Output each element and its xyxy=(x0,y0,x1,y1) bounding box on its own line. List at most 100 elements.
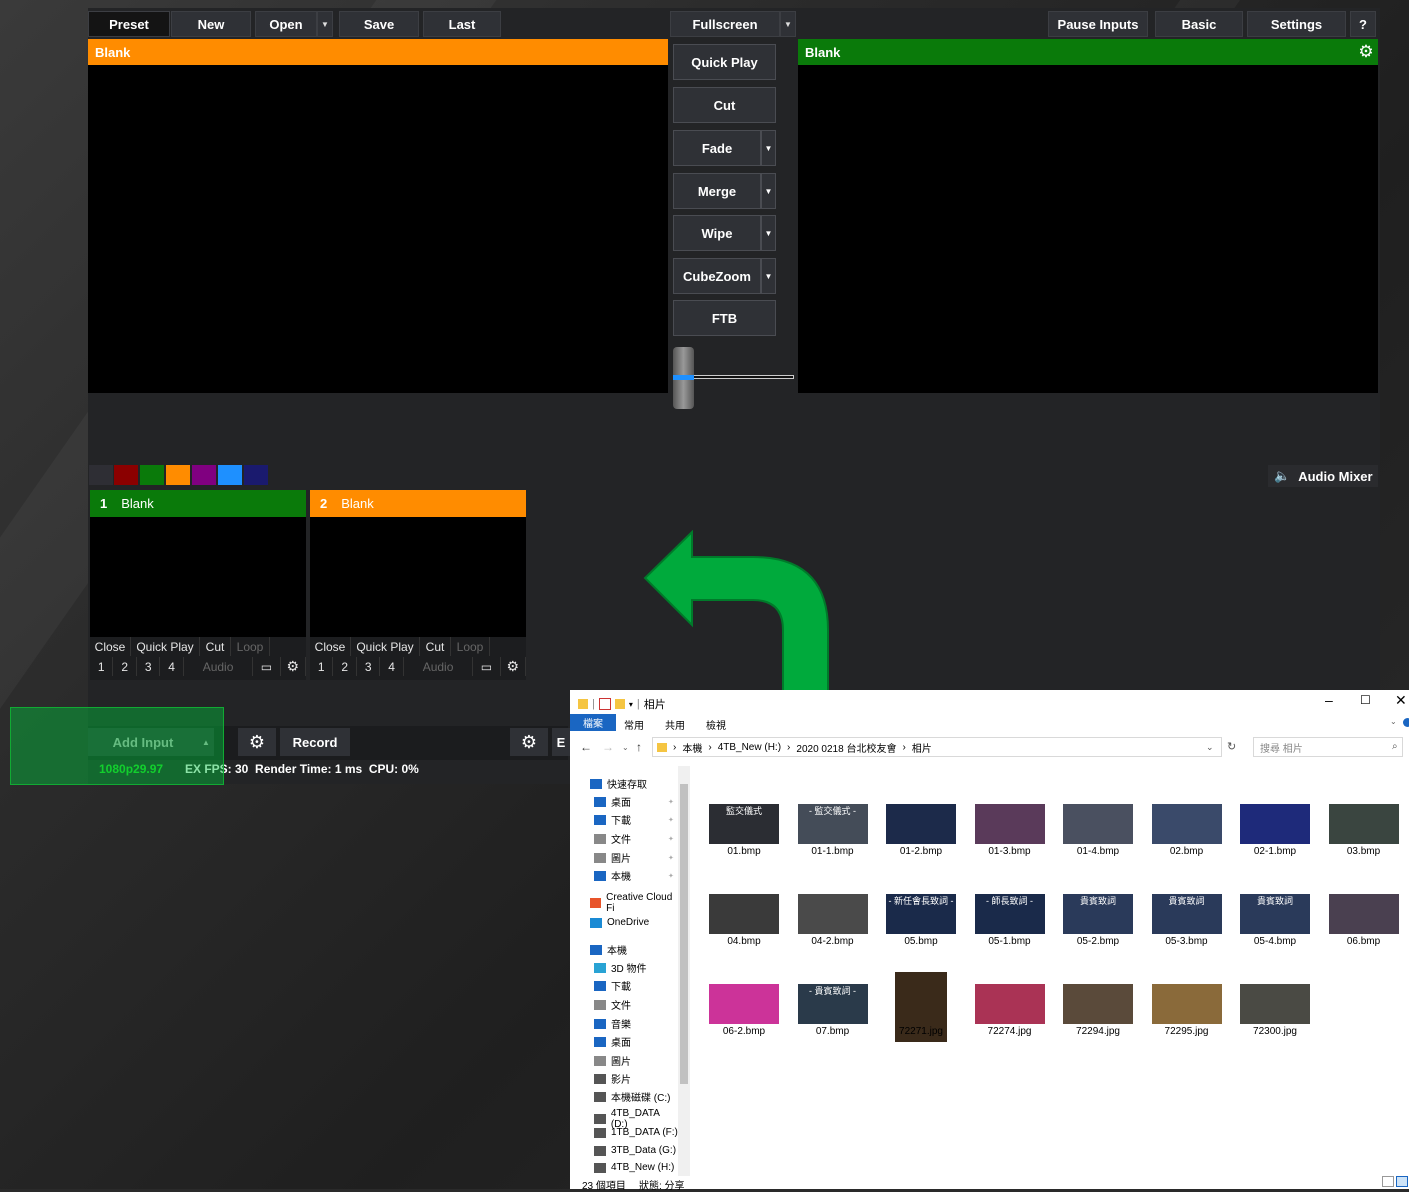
record-button[interactable]: Record xyxy=(280,728,350,756)
file-item[interactable]: 72274.jpg xyxy=(966,980,1054,1066)
input-1-overlay-4[interactable]: 4 xyxy=(160,657,184,676)
nav-item[interactable]: 3TB_Data (G:) xyxy=(594,1145,676,1156)
input-1[interactable]: 1 Blank Close Quick Play Cut Loop 1 2 3 … xyxy=(90,490,307,680)
refresh-icon[interactable]: ↻ xyxy=(1227,740,1236,753)
nav-item[interactable]: 桌面 xyxy=(594,1034,631,1049)
file-item[interactable]: 02-1.bmp xyxy=(1231,800,1319,886)
merge-button[interactable]: Merge xyxy=(673,173,761,209)
breadcrumb-3[interactable]: 相片 xyxy=(912,740,932,755)
open-dropdown-icon[interactable]: ▼ xyxy=(317,11,333,37)
preview-screen[interactable] xyxy=(88,65,668,393)
breadcrumb-0[interactable]: 本機 xyxy=(682,740,702,755)
ftb-button[interactable]: FTB xyxy=(673,300,776,336)
nav-item[interactable]: 本機磁碟 (C:) xyxy=(594,1089,670,1104)
color-filter-red[interactable] xyxy=(114,465,138,485)
input-2-close-button[interactable]: Close xyxy=(310,637,351,656)
file-item[interactable]: 貴賓致詞 05-3.bmp xyxy=(1143,890,1231,976)
input-1-gear-icon[interactable]: ⚙ xyxy=(281,657,307,676)
output-settings-gear-icon[interactable]: ⚙ xyxy=(1356,42,1376,62)
input-2-monitor-icon[interactable]: ▭ xyxy=(473,657,501,676)
input-2-overlay-3[interactable]: 3 xyxy=(357,657,381,676)
file-item[interactable]: 72295.jpg xyxy=(1143,980,1231,1066)
tab-home[interactable]: 常用 xyxy=(624,717,644,732)
color-filter-blue[interactable] xyxy=(218,465,242,485)
input-2[interactable]: 2 Blank Close Quick Play Cut Loop 1 2 3 … xyxy=(310,490,527,680)
file-item[interactable]: 03.bmp xyxy=(1320,800,1408,886)
fade-button[interactable]: Fade xyxy=(673,130,761,166)
file-item[interactable]: - 貴賓致詞 - 07.bmp xyxy=(789,980,877,1066)
external-button[interactable]: E xyxy=(552,728,570,756)
nav-item[interactable]: 4TB_New (H:) xyxy=(594,1162,674,1173)
new-folder-icon[interactable] xyxy=(614,699,625,709)
recent-dropdown-icon[interactable]: ⌄ xyxy=(622,743,629,752)
pin-icon[interactable]: ✦ xyxy=(668,872,674,880)
pin-icon[interactable]: ✦ xyxy=(668,816,674,824)
tab-view[interactable]: 檢視 xyxy=(706,717,726,732)
color-filter-purple[interactable] xyxy=(192,465,216,485)
output-screen[interactable] xyxy=(798,65,1378,393)
search-icon[interactable]: ⌕ xyxy=(1392,741,1398,752)
nav-scrollbar[interactable] xyxy=(678,766,690,1176)
file-item[interactable]: 72294.jpg xyxy=(1054,980,1142,1066)
last-button[interactable]: Last xyxy=(423,11,501,37)
file-item[interactable]: 貴賓致詞 05-4.bmp xyxy=(1231,890,1319,976)
stream-settings-gear-icon[interactable]: ⚙ xyxy=(510,728,548,756)
pause-inputs-button[interactable]: Pause Inputs xyxy=(1048,11,1148,37)
pin-icon[interactable]: ✦ xyxy=(668,835,674,843)
fullscreen-dropdown-icon[interactable]: ▼ xyxy=(780,11,796,37)
color-filter-all[interactable] xyxy=(89,465,113,485)
nav-item[interactable]: 下載 ✦ xyxy=(594,812,674,827)
nav-item[interactable]: 下載 xyxy=(594,978,631,993)
input-1-overlay-3[interactable]: 3 xyxy=(137,657,161,676)
nav-item[interactable]: 影片 xyxy=(594,1071,631,1086)
wipe-dropdown-icon[interactable]: ▼ xyxy=(761,215,776,251)
quick-access-dropdown-icon[interactable]: ▾ xyxy=(629,700,633,709)
file-item[interactable]: 貴賓致詞 05-2.bmp xyxy=(1054,890,1142,976)
address-bar[interactable]: › 本機 › 4TB_New (H:) › 2020 0218 台北校友會 › 相片 xyxy=(652,737,1222,757)
new-button[interactable]: New xyxy=(171,11,251,37)
input-1-loop-button[interactable]: Loop xyxy=(231,637,270,656)
address-dropdown-icon[interactable]: ⌄ xyxy=(1206,742,1214,753)
breadcrumb-1[interactable]: 4TB_New (H:) xyxy=(718,742,781,753)
cubezoom-dropdown-icon[interactable]: ▼ xyxy=(761,258,776,294)
fullscreen-button[interactable]: Fullscreen xyxy=(670,11,780,37)
color-filter-green[interactable] xyxy=(140,465,164,485)
wipe-button[interactable]: Wipe xyxy=(673,215,761,251)
basic-button[interactable]: Basic xyxy=(1155,11,1243,37)
file-item[interactable]: 監交儀式 01.bmp xyxy=(700,800,788,886)
maximize-icon[interactable]: ☐ xyxy=(1360,693,1371,707)
pin-icon[interactable]: ✦ xyxy=(668,854,674,862)
nav-item[interactable]: 1TB_DATA (F:) xyxy=(594,1127,678,1138)
forward-icon[interactable]: → xyxy=(602,740,614,754)
input-2-cut-button[interactable]: Cut xyxy=(420,637,451,656)
input-2-overlay-2[interactable]: 2 xyxy=(333,657,357,676)
input-2-overlay-4[interactable]: 4 xyxy=(380,657,404,676)
nav-item[interactable]: 文件 ✦ xyxy=(594,831,674,846)
cut-button[interactable]: Cut xyxy=(673,87,776,123)
close-icon[interactable]: ✕ xyxy=(1395,692,1407,709)
audio-mixer-button[interactable]: 🔈 Audio Mixer xyxy=(1268,465,1378,487)
file-item[interactable]: 06.bmp xyxy=(1320,890,1408,976)
color-filter-navy[interactable] xyxy=(244,465,268,485)
large-icons-view-icon[interactable] xyxy=(1396,1176,1408,1187)
tab-file[interactable]: 檔案 xyxy=(570,714,616,731)
input-2-gear-icon[interactable]: ⚙ xyxy=(501,657,527,676)
file-item[interactable]: 04-2.bmp xyxy=(789,890,877,976)
nav-item[interactable]: 桌面 ✦ xyxy=(594,794,674,809)
nav-item[interactable]: 圖片 ✦ xyxy=(594,850,674,865)
nav-item[interactable]: 音樂 xyxy=(594,1016,631,1031)
input-1-close-button[interactable]: Close xyxy=(90,637,131,656)
input-1-cut-button[interactable]: Cut xyxy=(200,637,231,656)
file-item[interactable]: 01-2.bmp xyxy=(877,800,965,886)
tab-share[interactable]: 共用 xyxy=(665,717,685,732)
ribbon-expand-icon[interactable]: ⌄ xyxy=(1390,717,1397,726)
up-icon[interactable]: ↑ xyxy=(636,740,642,754)
input-1-monitor-icon[interactable]: ▭ xyxy=(253,657,281,676)
file-item[interactable]: 02.bmp xyxy=(1143,800,1231,886)
search-input[interactable]: 搜尋 相片 xyxy=(1253,737,1403,757)
input-1-overlay-1[interactable]: 1 xyxy=(90,657,114,676)
input-1-title-bar[interactable]: 1 Blank xyxy=(90,490,306,517)
file-item[interactable]: 01-4.bmp xyxy=(1054,800,1142,886)
help-icon[interactable] xyxy=(1403,718,1409,727)
nav-item[interactable]: 圖片 xyxy=(594,1053,631,1068)
